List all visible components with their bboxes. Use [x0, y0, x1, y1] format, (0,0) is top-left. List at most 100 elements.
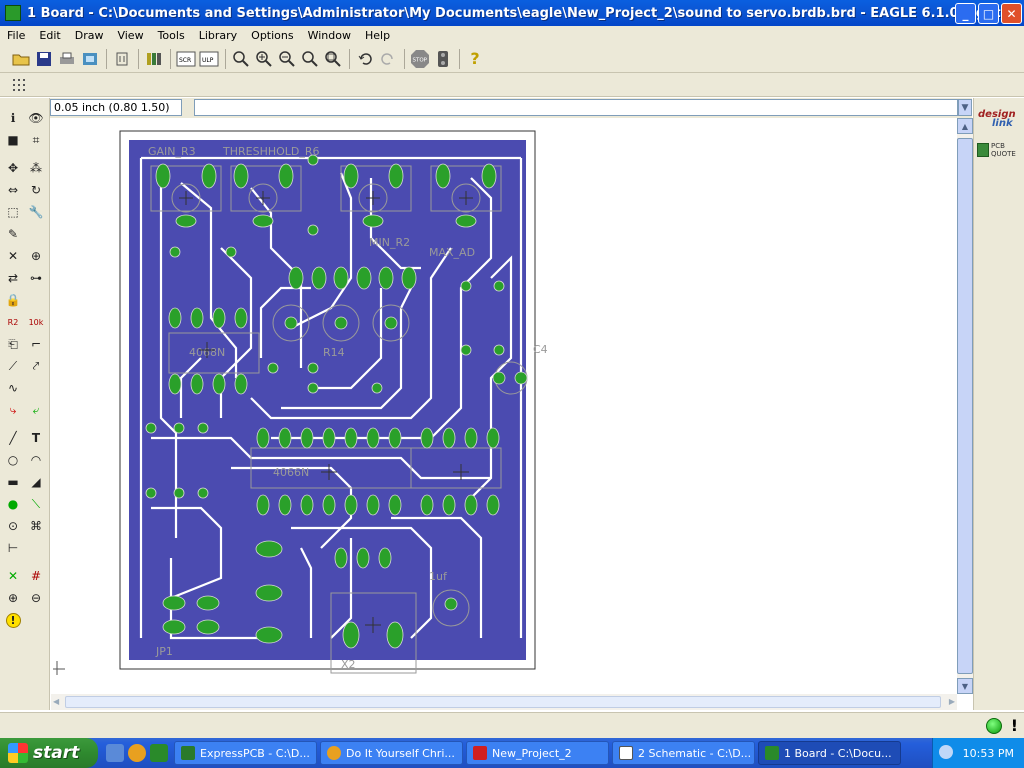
polygon-icon[interactable]: ◢	[26, 472, 46, 492]
open-icon[interactable]	[10, 48, 32, 70]
go-icon[interactable]	[432, 48, 454, 70]
warning-icon[interactable]: !	[3, 610, 23, 630]
arc-icon[interactable]: ◠	[26, 450, 46, 470]
signal-icon[interactable]: ⟍	[26, 494, 46, 514]
zoom-fit-icon[interactable]	[230, 48, 252, 70]
board-icon[interactable]	[111, 48, 133, 70]
ulp-icon[interactable]: ULP	[198, 48, 220, 70]
add-icon[interactable]: ⊕	[26, 246, 46, 266]
attribute-icon[interactable]: ⌘	[26, 516, 46, 536]
vertical-scrollbar[interactable]: ▲ ▼	[957, 118, 973, 694]
show-icon[interactable]: 👁	[26, 108, 46, 128]
grid-icon[interactable]	[12, 78, 28, 92]
clock[interactable]: 10:53 PM	[963, 747, 1014, 760]
menu-help[interactable]: Help	[358, 29, 397, 42]
meander-icon[interactable]: ∿	[3, 378, 23, 398]
scr-icon[interactable]: SCR	[175, 48, 197, 70]
zoom-select-icon[interactable]	[322, 48, 344, 70]
library-icon[interactable]	[143, 48, 165, 70]
hole-icon[interactable]: ⊙	[3, 516, 23, 536]
menu-window[interactable]: Window	[301, 29, 358, 42]
move-icon[interactable]: ✥	[3, 158, 23, 178]
menu-file[interactable]: File	[0, 29, 32, 42]
lock-connect-icon[interactable]: ⊶	[26, 268, 46, 288]
task-expresspcb[interactable]: ExpressPCB - C:\D...	[174, 741, 317, 765]
horizontal-scrollbar[interactable]: ◀ ▶	[51, 694, 957, 710]
via-icon[interactable]: ●	[3, 494, 23, 514]
menu-tools[interactable]: Tools	[151, 29, 192, 42]
optimize-icon[interactable]: ⤤	[26, 356, 46, 376]
cam-icon[interactable]	[79, 48, 101, 70]
status-led-icon[interactable]	[986, 718, 1002, 734]
board-drawing: GAIN_R3 THRESHHOLD_R6 MIN_R2 MAX_AD 4068…	[53, 130, 548, 675]
print-icon[interactable]	[56, 48, 78, 70]
vertical-scroll-thumb[interactable]	[957, 138, 973, 674]
minimize-button[interactable]: _	[955, 3, 976, 24]
task-new-project[interactable]: New_Project_2	[466, 741, 609, 765]
undo-icon[interactable]	[354, 48, 376, 70]
maximize-button[interactable]: □	[978, 3, 999, 24]
designlink-logo[interactable]: design link	[978, 110, 1016, 129]
task-schematic[interactable]: 2 Schematic - C:\D...	[612, 741, 755, 765]
status-warning-icon[interactable]: !	[1011, 716, 1018, 735]
menu-edit[interactable]: Edit	[32, 29, 67, 42]
wire-icon[interactable]: ╱	[3, 428, 23, 448]
autorouter-icon[interactable]: #	[26, 566, 46, 586]
smash-icon[interactable]: ⎗	[3, 334, 23, 354]
value-icon[interactable]: 10k	[26, 312, 46, 332]
delete-icon[interactable]: ✕	[3, 246, 23, 266]
split-icon[interactable]: ⟋	[3, 356, 23, 376]
quick-launch-icon[interactable]	[106, 744, 124, 762]
info-icon[interactable]: ℹ	[3, 108, 23, 128]
change-icon[interactable]: 🔧	[26, 202, 46, 222]
lock-icon[interactable]: 🔒	[3, 290, 23, 310]
menu-draw[interactable]: Draw	[68, 29, 111, 42]
eagle-quick-icon[interactable]	[150, 744, 168, 762]
start-button[interactable]: start	[0, 738, 98, 768]
task-chrome[interactable]: Do It Yourself Chri...	[320, 741, 463, 765]
name-icon[interactable]: R2	[3, 312, 23, 332]
scroll-left-icon[interactable]: ◀	[53, 697, 59, 706]
route-icon[interactable]: ⤷	[3, 400, 23, 420]
ripup-icon[interactable]: ⤶	[26, 400, 46, 420]
save-icon[interactable]	[33, 48, 55, 70]
board-canvas[interactable]: GAIN_R3 THRESHHOLD_R6 MIN_R2 MAX_AD 4068…	[51, 118, 957, 694]
menu-library[interactable]: Library	[192, 29, 244, 42]
chevron-down-icon[interactable]: ▼	[958, 99, 972, 116]
drc-icon[interactable]: ⊕	[3, 588, 23, 608]
close-button[interactable]: ✕	[1001, 3, 1022, 24]
horizontal-scroll-thumb[interactable]	[65, 696, 941, 708]
replace-icon[interactable]: ⇄	[3, 268, 23, 288]
rotate-icon[interactable]: ↻	[26, 180, 46, 200]
dimension-icon[interactable]: ⊢	[3, 538, 23, 558]
ratsnest-icon[interactable]: ✕	[3, 566, 23, 586]
zoom-prev-icon[interactable]	[299, 48, 321, 70]
scroll-up-icon[interactable]: ▲	[957, 118, 973, 134]
mirror-icon[interactable]: ⇔	[3, 180, 23, 200]
group-icon[interactable]: ⬚	[3, 202, 23, 222]
scroll-down-icon[interactable]: ▼	[957, 678, 973, 694]
stop-icon[interactable]: STOP	[409, 48, 431, 70]
tray-arrow-icon[interactable]	[939, 745, 953, 759]
redo-icon[interactable]	[377, 48, 399, 70]
menu-view[interactable]: View	[110, 29, 150, 42]
scroll-right-icon[interactable]: ▶	[949, 697, 955, 706]
pcb-quote-button[interactable]: PCB QUOTE	[977, 142, 1016, 158]
mark-icon[interactable]: ⌗	[26, 130, 46, 150]
task-board[interactable]: 1 Board - C:\Docu...	[758, 741, 901, 765]
title-bar[interactable]: 1 Board - C:\Documents and Settings\Admi…	[0, 0, 1024, 26]
help-icon[interactable]: ?	[464, 48, 486, 70]
paste-icon[interactable]: ✎	[3, 224, 23, 244]
command-input[interactable]	[194, 99, 958, 116]
text-icon[interactable]: T	[26, 428, 46, 448]
miter-icon[interactable]: ⌐	[26, 334, 46, 354]
rect-icon[interactable]: ▬	[3, 472, 23, 492]
circle-icon[interactable]: ○	[3, 450, 23, 470]
zoom-in-icon[interactable]	[253, 48, 275, 70]
zoom-out-icon[interactable]	[276, 48, 298, 70]
errors-icon[interactable]: ⊖	[26, 588, 46, 608]
display-icon[interactable]: ■	[3, 130, 23, 150]
chrome-icon[interactable]	[128, 744, 146, 762]
copy-icon[interactable]: ⁂	[26, 158, 46, 178]
menu-options[interactable]: Options	[244, 29, 300, 42]
